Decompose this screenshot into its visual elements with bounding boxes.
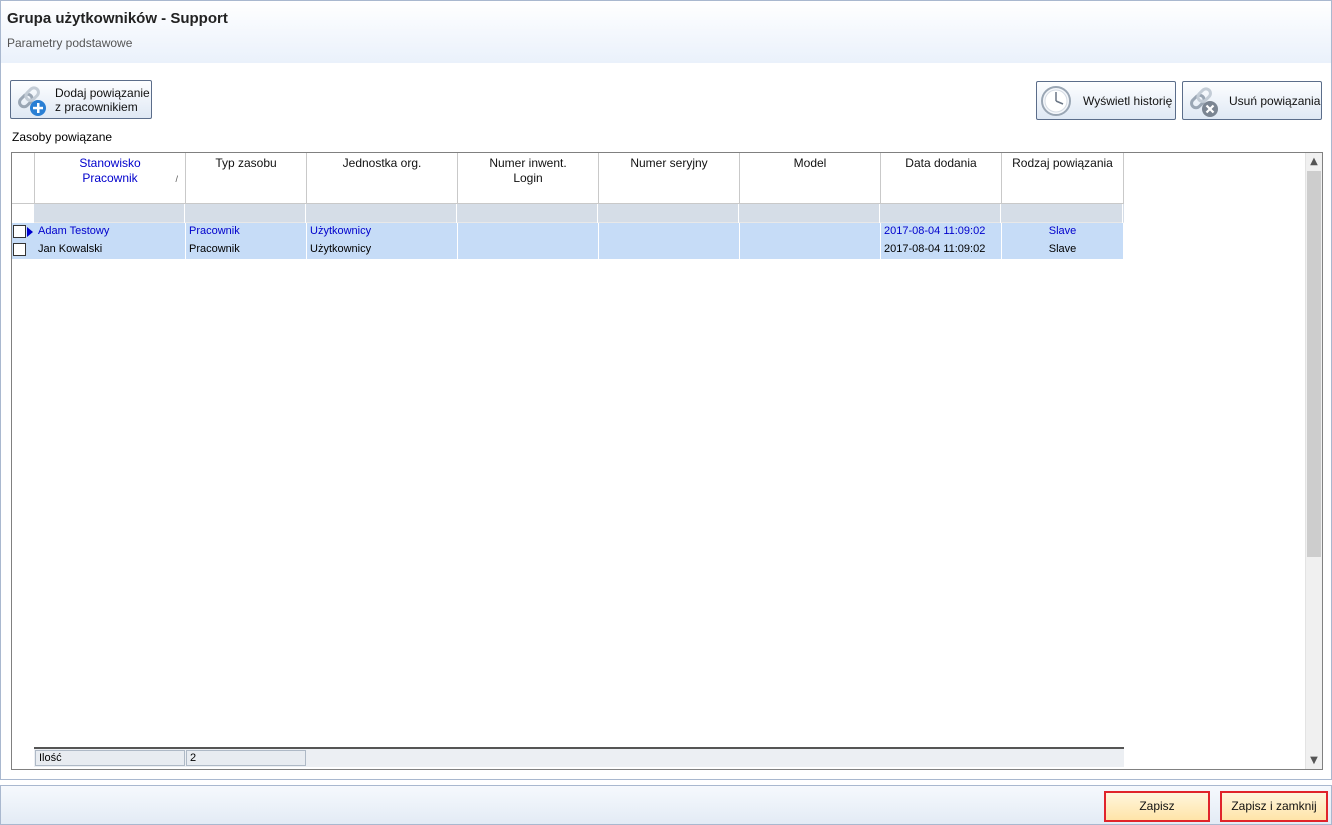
column-header-org-unit[interactable]: Jednostka org.: [307, 153, 458, 204]
cell-serial: [599, 241, 740, 259]
section-title: Zasoby powiązane: [12, 130, 113, 144]
filter-cell-org-unit[interactable]: [306, 204, 457, 223]
column-header-model[interactable]: Model: [740, 153, 881, 204]
remove-relations-label: Usuń powiązania: [1229, 93, 1321, 108]
sort-indicator: /: [175, 174, 178, 184]
table-row[interactable]: Adam Testowy Pracownik Użytkownicy 2017-…: [12, 223, 1124, 241]
cell-model: [740, 223, 881, 241]
cell-inventory: [458, 223, 599, 241]
count-value: 2: [186, 750, 306, 766]
cell-relation-type: Slave: [1002, 223, 1124, 241]
column-header-date-added[interactable]: Data dodania: [881, 153, 1002, 204]
show-history-label: Wyświetl historię: [1083, 93, 1173, 108]
filter-cell-name[interactable]: [34, 204, 185, 223]
grid-corner-header: [12, 153, 35, 204]
filter-row: [34, 204, 1124, 223]
cell-name: Adam Testowy: [35, 223, 186, 241]
row-checkbox[interactable]: [13, 243, 26, 256]
save-button[interactable]: Zapisz: [1104, 791, 1210, 822]
filter-cell-serial[interactable]: [598, 204, 739, 223]
cell-serial: [599, 223, 740, 241]
scrollbar-thumb[interactable]: [1307, 171, 1321, 557]
cell-inventory: [458, 241, 599, 259]
column-header-type[interactable]: Typ zasobu: [186, 153, 307, 204]
column-header-serial[interactable]: Numer seryjny: [599, 153, 740, 204]
scroll-up-icon[interactable]: ▲: [1306, 153, 1322, 170]
cell-type: Pracownik: [186, 223, 307, 241]
cell-type: Pracownik: [186, 241, 307, 259]
action-bar: Zapisz Zapisz i zamknij: [0, 785, 1332, 825]
filter-cell-model[interactable]: [739, 204, 880, 223]
add-relation-label-line1: Dodaj powiązanie: [55, 85, 150, 100]
column-header-name[interactable]: Stanowisko Pracownik /: [35, 153, 186, 204]
save-and-close-button[interactable]: Zapisz i zamknij: [1220, 791, 1328, 822]
filter-cell-relation[interactable]: [1001, 204, 1123, 223]
main-panel: Grupa użytkowników - Support Parametry p…: [0, 0, 1332, 780]
cell-model: [740, 241, 881, 259]
link-add-icon: [18, 85, 46, 116]
grid-summary-row: Ilość 2: [34, 747, 1124, 767]
table-row[interactable]: Jan Kowalski Pracownik Użytkownicy 2017-…: [12, 241, 1124, 259]
column-header-relation-type[interactable]: Rodzaj powiązania: [1002, 153, 1124, 204]
scroll-down-icon[interactable]: ▼: [1306, 752, 1322, 769]
vertical-scrollbar[interactable]: ▲ ▼: [1305, 153, 1322, 769]
cell-org-unit: Użytkownicy: [307, 223, 458, 241]
clock-icon: [1041, 85, 1071, 116]
cell-date-added: 2017-08-04 11:09:02: [881, 223, 1002, 241]
column-header-inventory-login[interactable]: Numer inwent. Login: [458, 153, 599, 204]
current-row-indicator-icon: [27, 227, 33, 237]
row-checkbox[interactable]: [13, 225, 26, 238]
page-title: Grupa użytkowników - Support: [7, 10, 228, 27]
cell-date-added: 2017-08-04 11:09:02: [881, 241, 1002, 259]
related-resources-grid: Stanowisko Pracownik / Typ zasobu Jednos…: [11, 152, 1323, 770]
cell-relation-type: Slave: [1002, 241, 1124, 259]
page-subtitle: Parametry podstawowe: [7, 36, 133, 50]
link-remove-icon: [1190, 86, 1218, 117]
add-relation-label-line2: z pracownikiem: [55, 99, 138, 114]
cell-name: Jan Kowalski: [35, 241, 186, 259]
filter-cell-type[interactable]: [185, 204, 306, 223]
show-history-button[interactable]: Wyświetl historię: [1036, 81, 1176, 120]
remove-relations-button[interactable]: Usuń powiązania: [1182, 81, 1322, 120]
add-relation-button[interactable]: Dodaj powiązanie z pracownikiem: [10, 80, 152, 119]
form-header: Grupa użytkowników - Support Parametry p…: [1, 1, 1331, 63]
cell-org-unit: Użytkownicy: [307, 241, 458, 259]
filter-cell-date[interactable]: [880, 204, 1001, 223]
filter-cell-inventory[interactable]: [457, 204, 598, 223]
count-label: Ilość: [35, 750, 185, 766]
